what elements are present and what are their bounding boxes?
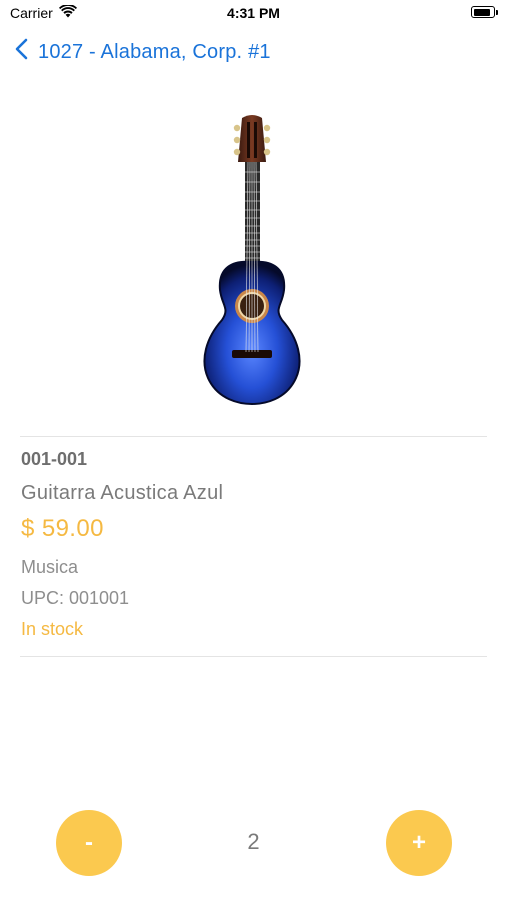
product-price: $ 59.00 [21,515,104,542]
chevron-left-icon [14,38,28,66]
battery-icon [471,6,498,18]
product-upc: UPC: 001001 [21,588,130,608]
product-detail-screen: Carrier 4:31 PM 1027 - Alabama, Corp. #1… [0,0,507,900]
battery-fill [473,8,490,16]
increment-quantity-button[interactable]: + [386,810,452,876]
stock-status: In stock [21,619,84,639]
back-button[interactable]: 1027 - Alabama, Corp. #1 [14,38,271,66]
product-image [192,112,312,408]
bottom-divider [20,656,487,657]
product-category: Musica [21,557,79,577]
status-bar: Carrier 4:31 PM [0,0,507,28]
nav-title: 1027 - Alabama, Corp. #1 [38,40,271,63]
status-time: 4:31 PM [227,5,280,21]
acoustic-guitar-image [203,115,301,406]
top-divider [20,436,487,437]
product-details: 001-001 Guitarra Acustica Azul $ 59.00 M… [21,448,487,640]
product-name: Guitarra Acustica Azul [21,482,224,504]
product-sku: 001-001 [21,449,88,469]
